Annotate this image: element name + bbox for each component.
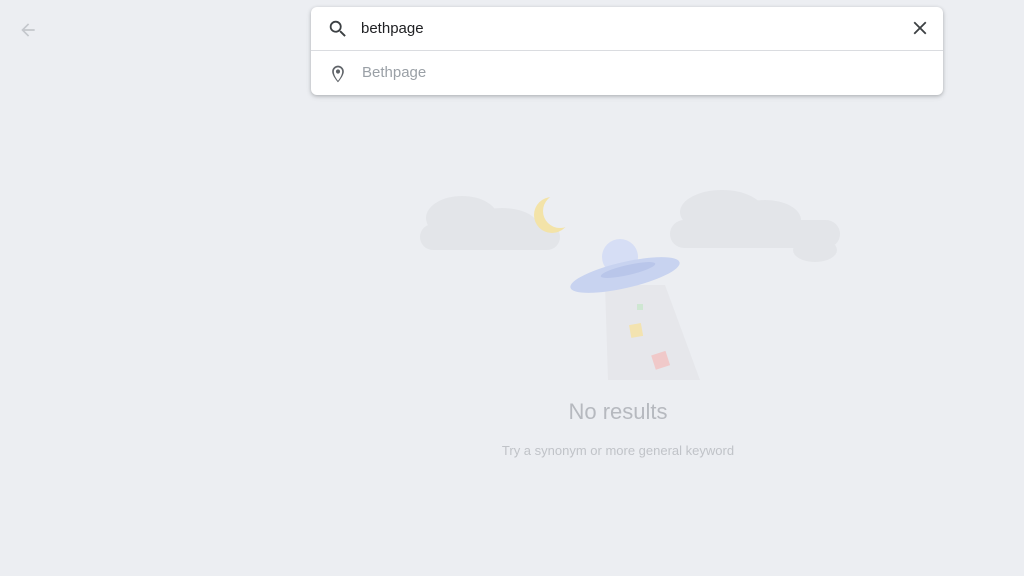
location-pin-icon <box>332 65 344 83</box>
search-bar <box>311 7 943 51</box>
cloud-right <box>670 190 840 262</box>
suggestion-item[interactable]: Bethpage <box>311 51 943 95</box>
moon-icon <box>534 194 577 233</box>
search-input[interactable] <box>361 15 881 41</box>
suggestion-label: Bethpage <box>362 64 427 81</box>
search-panel: Bethpage <box>311 7 943 95</box>
clear-search-button[interactable] <box>907 15 933 41</box>
empty-state-title: No results <box>568 399 668 424</box>
search-icon <box>329 20 346 37</box>
close-icon <box>913 21 927 35</box>
back-button[interactable] <box>12 14 44 46</box>
no-results-illustration <box>420 190 840 380</box>
ufo-beam <box>605 285 700 380</box>
search-results-page: Bethpage No r <box>0 0 1024 576</box>
debris-yellow <box>629 323 644 338</box>
empty-state-subtitle: Try a synonym or more general keyword <box>501 443 735 458</box>
arrow-back-icon <box>21 23 35 37</box>
debris-green <box>637 304 643 310</box>
